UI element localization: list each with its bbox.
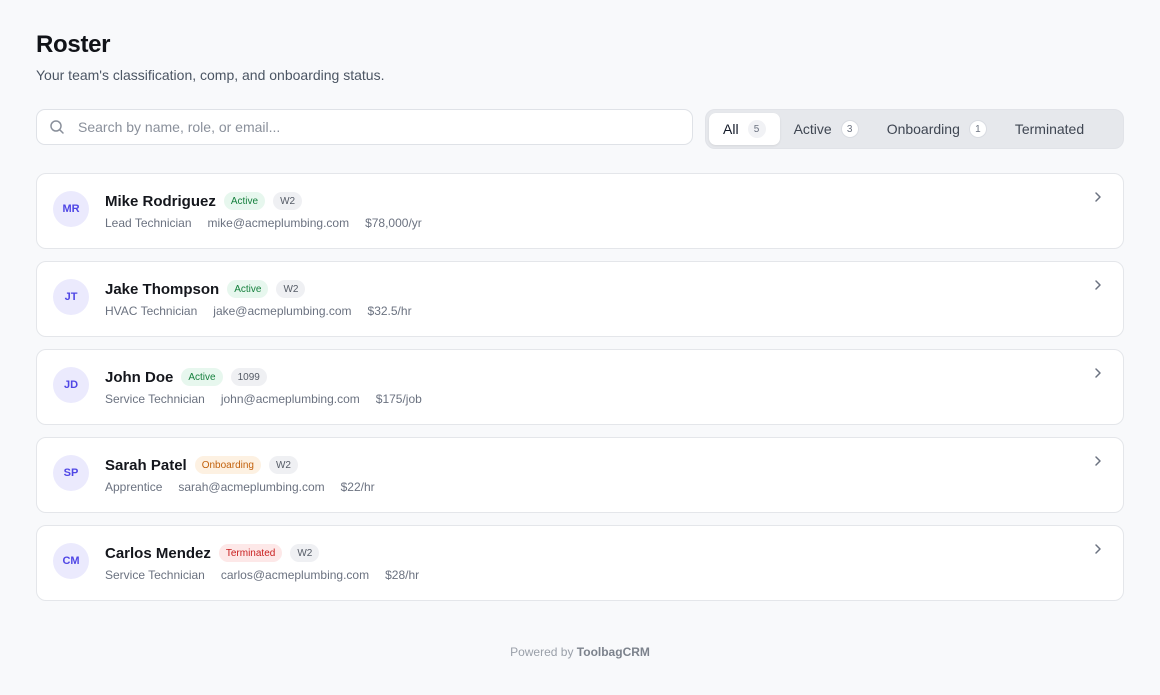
brand-link[interactable]: ToolbagCRM (577, 645, 650, 659)
classification-badge: W2 (273, 192, 303, 210)
chevron-right-icon (1091, 454, 1105, 468)
employee-name: Jake Thompson (105, 280, 220, 298)
classification-badge: W2 (290, 544, 320, 562)
tab-count: 5 (747, 120, 766, 138)
tab-count: 3 (840, 120, 859, 138)
employee-role: HVAC Technician (105, 304, 198, 318)
avatar: CM (53, 543, 89, 579)
tab-count: 1 (968, 120, 987, 138)
avatar: MR (53, 191, 89, 227)
classification-badge: W2 (268, 456, 298, 474)
search-icon (49, 119, 65, 135)
page-title: Roster (36, 31, 111, 58)
page-subtitle: Your team's classification, comp, and on… (36, 67, 385, 83)
classification-badge: 1099 (230, 368, 267, 386)
chevron-right-icon (1091, 190, 1105, 204)
tab-label: Terminated (1014, 121, 1085, 137)
employee-comp: $22/hr (340, 480, 375, 494)
employee-name: Mike Rodriguez (105, 192, 216, 210)
employee-card[interactable]: MR Mike Rodriguez Active W2 Lead Technic… (36, 173, 1124, 249)
employee-list: MR Mike Rodriguez Active W2 Lead Technic… (36, 173, 1124, 613)
tab-terminated[interactable]: Terminated (1001, 113, 1098, 145)
tab-onboarding[interactable]: Onboarding 1 (873, 113, 1001, 145)
status-badge: Active (227, 280, 269, 298)
employee-role: Lead Technician (105, 216, 192, 230)
status-badge: Active (223, 192, 266, 210)
employee-role: Service Technician (105, 392, 205, 406)
avatar: SP (53, 455, 89, 491)
tab-all[interactable]: All 5 (709, 113, 780, 145)
employee-card[interactable]: SP Sarah Patel Onboarding W2 Apprentice … (36, 437, 1124, 513)
employee-name: Carlos Mendez (105, 544, 211, 562)
employee-comp: $175/job (375, 392, 422, 406)
employee-card[interactable]: CM Carlos Mendez Terminated W2 Service T… (36, 525, 1124, 601)
employee-comp: $78,000/yr (365, 216, 422, 230)
employee-comp: $32.5/hr (367, 304, 412, 318)
search-box[interactable] (36, 109, 693, 145)
tab-label: Onboarding (886, 121, 960, 137)
tab-label: All (723, 121, 739, 137)
employee-email: john@acmeplumbing.com (220, 392, 360, 406)
status-badge: Terminated (218, 544, 283, 562)
employee-email: jake@acmeplumbing.com (213, 304, 352, 318)
avatar: JD (53, 367, 89, 403)
status-badge: Onboarding (194, 456, 261, 474)
powered-by-footer: Powered by ToolbagCRM (0, 645, 1160, 659)
employee-role: Apprentice (105, 480, 163, 494)
employee-name: Sarah Patel (105, 456, 187, 474)
employee-email: carlos@acmeplumbing.com (220, 568, 370, 582)
employee-comp: $28/hr (385, 568, 420, 582)
search-input[interactable] (78, 119, 658, 135)
footer-prefix: Powered by (510, 645, 574, 659)
employee-role: Service Technician (105, 568, 205, 582)
employee-card[interactable]: JD John Doe Active 1099 Service Technici… (36, 349, 1124, 425)
tab-label: Active (793, 121, 832, 137)
chevron-right-icon (1091, 542, 1105, 556)
employee-email: sarah@acmeplumbing.com (178, 480, 325, 494)
status-filter-tabs: All 5 Active 3 Onboarding 1 Terminated (705, 109, 1124, 149)
employee-name: John Doe (105, 368, 174, 386)
chevron-right-icon (1091, 278, 1105, 292)
chevron-right-icon (1091, 366, 1105, 380)
tab-active[interactable]: Active 3 (780, 113, 873, 145)
employee-email: mike@acmeplumbing.com (207, 216, 350, 230)
avatar: JT (53, 279, 89, 315)
status-badge: Active (181, 368, 223, 386)
classification-badge: W2 (276, 280, 306, 298)
employee-card[interactable]: JT Jake Thompson Active W2 HVAC Technici… (36, 261, 1124, 337)
